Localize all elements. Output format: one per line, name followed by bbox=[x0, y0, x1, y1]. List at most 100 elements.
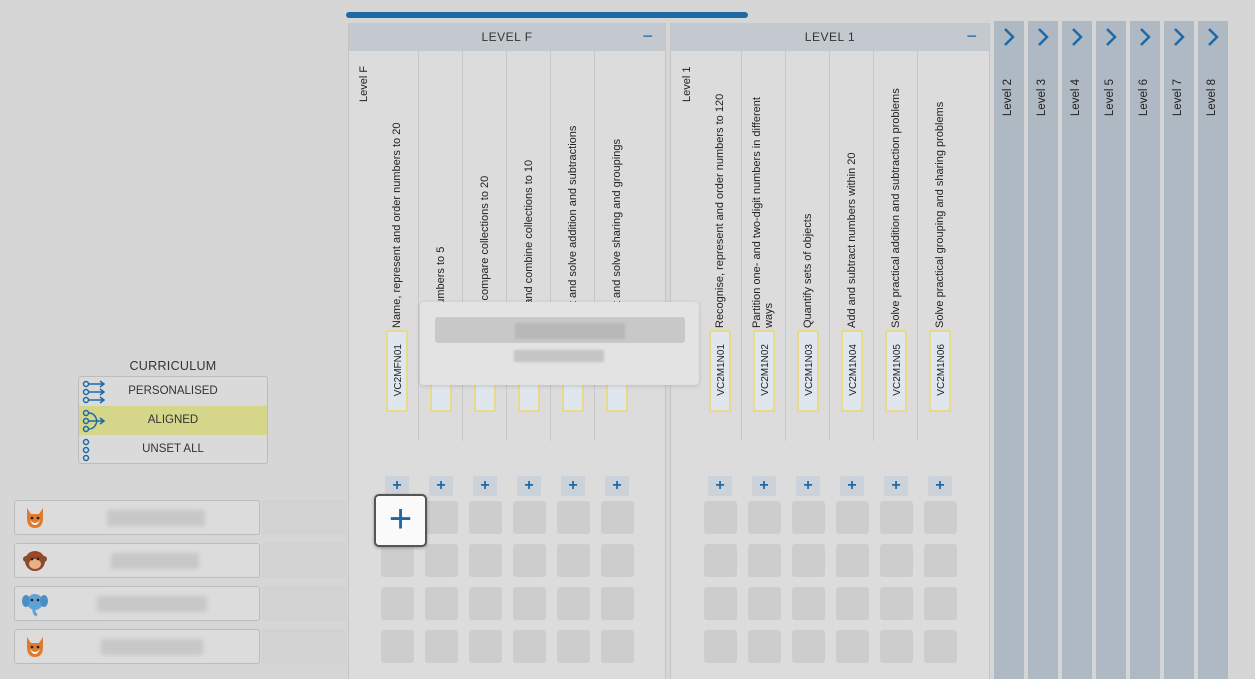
grid-cell[interactable] bbox=[601, 630, 634, 663]
grid-cell[interactable] bbox=[748, 587, 781, 620]
outcome-code-tag[interactable]: VC2M1N03 bbox=[797, 330, 819, 412]
aligned-icon bbox=[82, 409, 106, 433]
chevron-right-icon[interactable] bbox=[1034, 27, 1052, 47]
grid-cell[interactable] bbox=[792, 544, 825, 577]
grid-cell[interactable] bbox=[836, 544, 869, 577]
chevron-right-icon[interactable] bbox=[1102, 27, 1120, 47]
grid-cell[interactable] bbox=[748, 501, 781, 534]
grid-cell[interactable] bbox=[924, 587, 957, 620]
grid-cell[interactable] bbox=[381, 630, 414, 663]
level-5-column[interactable]: Level 5 bbox=[1096, 21, 1126, 679]
add-outcome-button[interactable]: + bbox=[429, 476, 453, 496]
unset-icon bbox=[82, 438, 90, 462]
grid-cell[interactable] bbox=[601, 544, 634, 577]
add-outcome-button[interactable]: + bbox=[796, 476, 820, 496]
level-2-column[interactable]: Level 2 bbox=[994, 21, 1024, 679]
add-outcome-button[interactable]: + bbox=[605, 476, 629, 496]
grid-cell[interactable] bbox=[924, 501, 957, 534]
curriculum-option-unset-all[interactable]: UNSET ALL bbox=[79, 435, 267, 464]
grid-cell[interactable] bbox=[792, 587, 825, 620]
level-8-column[interactable]: Level 8 bbox=[1198, 21, 1228, 679]
add-outcome-button[interactable]: + bbox=[928, 476, 952, 496]
outcome-code-tag[interactable]: VC2M1N02 bbox=[753, 330, 775, 412]
level-7-column[interactable]: Level 7 bbox=[1164, 21, 1194, 679]
chevron-right-icon[interactable] bbox=[1170, 27, 1188, 47]
grid-cell[interactable] bbox=[469, 501, 502, 534]
grid-cell[interactable] bbox=[748, 630, 781, 663]
add-outcome-button[interactable]: + bbox=[752, 476, 776, 496]
add-outcome-button[interactable]: + bbox=[840, 476, 864, 496]
grid-cell[interactable] bbox=[513, 587, 546, 620]
curriculum-option-aligned[interactable]: ALIGNED bbox=[79, 406, 267, 435]
grid-cell[interactable] bbox=[425, 501, 458, 534]
grid-cell[interactable] bbox=[557, 501, 590, 534]
outcome-code-tag[interactable]: VC2M1N01 bbox=[709, 330, 731, 412]
collapse-level-f-button[interactable]: − bbox=[641, 26, 655, 47]
level-4-column[interactable]: Level 4 bbox=[1062, 21, 1092, 679]
curriculum-option-personalised[interactable]: PERSONALISED bbox=[79, 377, 267, 406]
grid-cell[interactable] bbox=[880, 630, 913, 663]
grid-cell[interactable] bbox=[513, 630, 546, 663]
grid-cell[interactable] bbox=[704, 544, 737, 577]
grid-cell[interactable] bbox=[381, 587, 414, 620]
horizontal-scrollbar[interactable] bbox=[346, 12, 748, 18]
grid-cell[interactable] bbox=[880, 501, 913, 534]
grid-cell[interactable] bbox=[704, 630, 737, 663]
outcome-code-tag[interactable]: VC2MFN01 bbox=[386, 330, 408, 412]
student-row[interactable] bbox=[14, 500, 260, 535]
chevron-right-icon[interactable] bbox=[1136, 27, 1154, 47]
grid-cell[interactable] bbox=[513, 544, 546, 577]
grid-cell[interactable] bbox=[557, 630, 590, 663]
add-outcome-button[interactable]: + bbox=[708, 476, 732, 496]
chevron-right-icon[interactable] bbox=[1000, 27, 1018, 47]
chevron-right-icon[interactable] bbox=[1204, 27, 1222, 47]
grid-cell[interactable] bbox=[469, 544, 502, 577]
grid-cell[interactable] bbox=[381, 544, 414, 577]
grid-cell[interactable] bbox=[924, 544, 957, 577]
grid-cell[interactable] bbox=[601, 587, 634, 620]
grid-cell[interactable] bbox=[880, 544, 913, 577]
grid-cell[interactable] bbox=[425, 630, 458, 663]
add-assessment-button[interactable]: + bbox=[374, 494, 427, 547]
level-3-column[interactable]: Level 3 bbox=[1028, 21, 1058, 679]
curriculum-title: CURRICULUM bbox=[129, 359, 217, 373]
outcome-code-tag[interactable]: VC2M1N06 bbox=[929, 330, 951, 412]
grid-cell[interactable] bbox=[704, 587, 737, 620]
grid-cell[interactable] bbox=[924, 630, 957, 663]
grid-cell[interactable] bbox=[469, 630, 502, 663]
add-outcome-button[interactable]: + bbox=[473, 476, 497, 496]
fox-avatar-icon bbox=[27, 508, 43, 528]
elephant-avatar-icon bbox=[22, 594, 48, 617]
grid-cell[interactable] bbox=[601, 501, 634, 534]
grid-cell[interactable] bbox=[836, 587, 869, 620]
level-3-label: Level 3 bbox=[1036, 79, 1048, 117]
student-row[interactable] bbox=[14, 543, 260, 578]
grid-cell[interactable] bbox=[425, 587, 458, 620]
outcome-code-tag[interactable]: VC2M1N05 bbox=[885, 330, 907, 412]
add-outcome-button[interactable]: + bbox=[385, 476, 409, 496]
grid-cell[interactable] bbox=[704, 501, 737, 534]
grid-cell[interactable] bbox=[880, 587, 913, 620]
grid-cell[interactable] bbox=[557, 587, 590, 620]
add-outcome-button[interactable]: + bbox=[884, 476, 908, 496]
grid-cell[interactable] bbox=[792, 630, 825, 663]
chevron-right-icon[interactable] bbox=[1068, 27, 1086, 47]
grid-cell[interactable] bbox=[748, 544, 781, 577]
add-outcome-button[interactable]: + bbox=[561, 476, 585, 496]
grid-cell[interactable] bbox=[792, 501, 825, 534]
outcome-code-tag[interactable]: VC2M1N04 bbox=[841, 330, 863, 412]
add-outcome-button[interactable]: + bbox=[517, 476, 541, 496]
column-divider bbox=[418, 51, 419, 441]
grid-cell[interactable] bbox=[557, 544, 590, 577]
grid-cell[interactable] bbox=[513, 501, 546, 534]
level-6-column[interactable]: Level 6 bbox=[1130, 21, 1160, 679]
collapse-level-1-button[interactable]: − bbox=[965, 26, 979, 47]
student-row[interactable] bbox=[14, 586, 260, 621]
grid-cell[interactable] bbox=[836, 630, 869, 663]
level-f-title: LEVEL F bbox=[481, 30, 533, 44]
grid-cell[interactable] bbox=[425, 544, 458, 577]
outcome-description: Name, represent and order numbers to 20 bbox=[391, 122, 403, 328]
student-row[interactable] bbox=[14, 629, 260, 664]
grid-cell[interactable] bbox=[469, 587, 502, 620]
grid-cell[interactable] bbox=[836, 501, 869, 534]
